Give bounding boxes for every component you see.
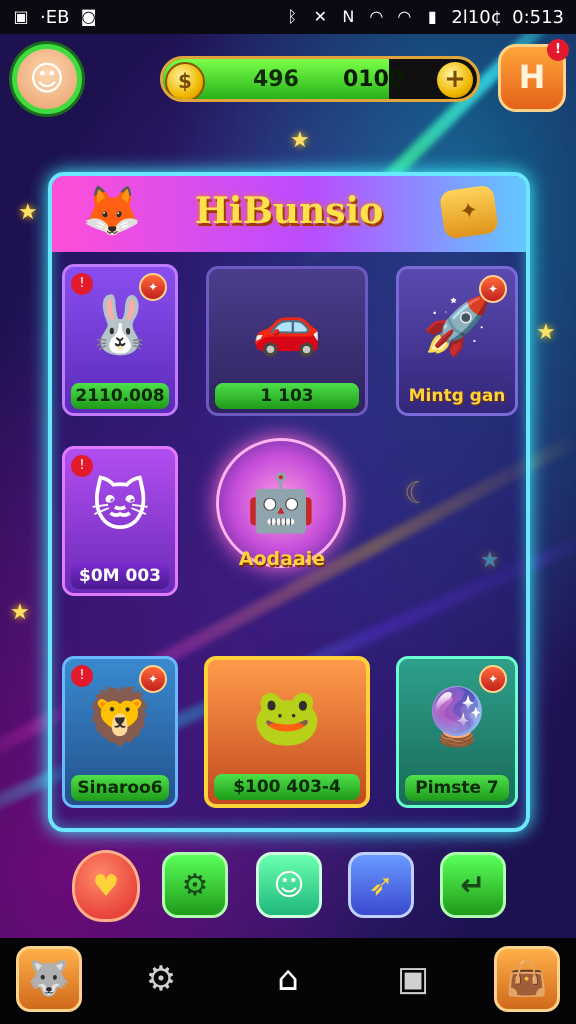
star-icon: ★ (18, 200, 38, 225)
signal-icon: ▮ (427, 7, 437, 26)
car-cannon-icon: 🚗 (252, 294, 322, 359)
card-ribbon-icon: ✦ (139, 273, 167, 301)
party-characters-icon: 🐸 (252, 685, 322, 750)
menu-badge: ! (547, 39, 569, 61)
card-price: Mintg gan (408, 386, 506, 406)
card-alert-badge: ! (71, 273, 93, 295)
character-icon: ☺ (273, 867, 305, 903)
clock: 0:513 (512, 6, 564, 28)
share-icon: ↵ (460, 867, 486, 903)
card-price: 2110.008 (71, 383, 169, 409)
card-price: $0M 003 (71, 563, 169, 589)
card-alert-badge: ! (71, 665, 93, 687)
nav-home[interactable]: ⌂ (255, 946, 321, 1012)
shop-card[interactable]: 🦁 ! ✦ Sinaroo6 (62, 656, 178, 808)
bar-value: 0100 (343, 67, 405, 92)
card-ribbon-icon: ✦ (479, 275, 507, 303)
currency-bar: $ 496 0100 + (160, 56, 480, 102)
menu-label: H (518, 58, 546, 96)
coin-icon: $ (165, 62, 205, 99)
shop-card[interactable]: 🐰 ! ✦ 2110.008 (62, 264, 178, 416)
bluetooth-icon: ᛒ (287, 7, 298, 26)
home-icon: ⌂ (277, 959, 299, 999)
coin-value: 496 (253, 67, 299, 92)
add-coins-button[interactable]: + (437, 62, 473, 98)
notification-icon: ▣ (13, 7, 29, 26)
rocket-button[interactable]: ➶ (348, 852, 414, 918)
status-bar: ▣ ·EB ◙ ᛒ ✕ N ◠ ◠ ▮ 2l10¢ 0:513 (0, 0, 576, 34)
heart-button[interactable]: ♥ (72, 850, 140, 922)
wifi-icon: ◠ (369, 7, 384, 26)
gold-badge-icon[interactable]: ✦ (438, 184, 500, 240)
nav-bag[interactable]: 👜 (494, 946, 560, 1012)
nfc-icon: N (342, 7, 355, 26)
card-price: 1 103 (215, 383, 359, 409)
shop-card-featured[interactable]: 🐸 $100 403-4 (204, 656, 370, 808)
status-left-text: ·EB (40, 6, 70, 28)
tool-button[interactable]: ⚙ (162, 852, 228, 918)
tool-icon: ⚙ (181, 867, 209, 903)
robot-icon: ▣ (396, 959, 430, 999)
heart-icon: ♥ (92, 868, 120, 904)
bag-icon: 👜 (505, 959, 549, 999)
star-icon: ★ (10, 600, 30, 625)
card-alert-badge: ! (71, 455, 93, 477)
mute-icon: ✕ (313, 7, 328, 26)
nav-robot[interactable]: ▣ (380, 946, 446, 1012)
nav-profile[interactable]: 🐺 (16, 946, 82, 1012)
shop-card[interactable]: 🐱 ! $0M 003 (62, 446, 178, 596)
rocket-icon: ➶ (368, 867, 394, 903)
gear-icon: ⚙ (145, 959, 177, 999)
star-icon: ★ (536, 320, 556, 345)
share-button[interactable]: ↵ (440, 852, 506, 918)
robot-character-icon: 🤖 (246, 471, 316, 536)
battery-text: 2l10¢ (451, 6, 503, 28)
star-icon: ★ (290, 128, 310, 153)
card-price: Sinaroo6 (71, 775, 169, 801)
card-price: Pimste 7 (405, 775, 509, 801)
card-price: $100 403-4 (214, 774, 360, 800)
featured-label: Aodaaie (238, 548, 326, 570)
wifi-icon: ◠ (397, 7, 412, 26)
menu-button[interactable]: H ! (498, 39, 569, 112)
panel-header: 🦊 HiBunsio ✦ (52, 176, 526, 252)
player-avatar[interactable]: ☺ (12, 44, 82, 114)
cat-profile-icon: 🐺 (27, 959, 71, 999)
camera-icon: ◙ (80, 7, 97, 26)
avatar-face-icon: ☺ (29, 59, 65, 99)
shop-card[interactable]: 🔮 ✦ Pimste 7 (396, 656, 518, 808)
card-ribbon-icon: ✦ (479, 665, 507, 693)
shop-card[interactable]: 🚀 ✦ Mintg gan (396, 266, 518, 416)
nav-settings[interactable]: ⚙ (128, 946, 194, 1012)
character-button[interactable]: ☺ (256, 852, 322, 918)
shop-card[interactable]: 🚗 1 103 (206, 266, 368, 416)
card-ribbon-icon: ✦ (139, 665, 167, 693)
